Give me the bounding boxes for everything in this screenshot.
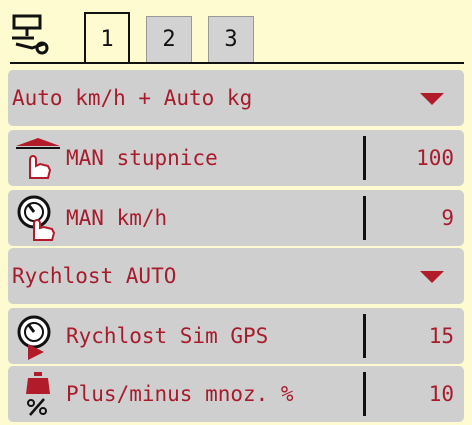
- top-bar: 1 2 3: [0, 0, 472, 66]
- separator: [363, 136, 366, 180]
- dropdown-label: Auto km/h + Auto kg: [12, 86, 253, 110]
- row-label: MAN stupnice: [66, 146, 218, 170]
- tab-divider: [10, 62, 464, 64]
- separator: [363, 372, 366, 416]
- row-label: Plus/minus mnoz. %: [66, 382, 294, 406]
- hand-scale-icon: [16, 138, 60, 179]
- man-kmh-value: 9: [441, 206, 454, 230]
- row-man-scale[interactable]: MAN stupnice 100: [8, 130, 464, 186]
- separator: [363, 196, 366, 240]
- row-sim-gps-speed[interactable]: Rychlost Sim GPS 15: [8, 308, 464, 364]
- man-scale-value: 100: [416, 146, 454, 170]
- weight-percent-icon: [26, 372, 50, 416]
- gps-speedometer-icon: [17, 315, 51, 360]
- chevron-down-icon: [420, 271, 444, 283]
- row-quantity-change[interactable]: Plus/minus mnoz. % 10: [8, 366, 464, 422]
- chevron-down-icon: [420, 93, 444, 105]
- dropdown-label: Rychlost AUTO: [12, 264, 177, 288]
- separator: [363, 314, 366, 358]
- tab-label: 2: [162, 27, 176, 52]
- tab-label: 1: [100, 26, 114, 52]
- hand-speedometer-icon: [17, 195, 56, 241]
- tab-2[interactable]: 2: [146, 16, 192, 62]
- tab-3[interactable]: 3: [208, 16, 254, 62]
- quantity-change-value: 10: [428, 382, 454, 406]
- row-label: MAN km/h: [66, 206, 168, 230]
- sim-gps-speed-value: 15: [428, 324, 454, 348]
- dropdown-calculation-mode[interactable]: Auto km/h + Auto kg: [8, 70, 464, 126]
- settings-tools-icon[interactable]: [10, 12, 50, 56]
- tab-1[interactable]: 1: [84, 12, 130, 64]
- tab-label: 3: [224, 27, 238, 52]
- dropdown-speed-source[interactable]: Rychlost AUTO: [8, 248, 464, 304]
- row-man-kmh[interactable]: MAN km/h 9: [8, 190, 464, 246]
- row-label: Rychlost Sim GPS: [66, 324, 269, 348]
